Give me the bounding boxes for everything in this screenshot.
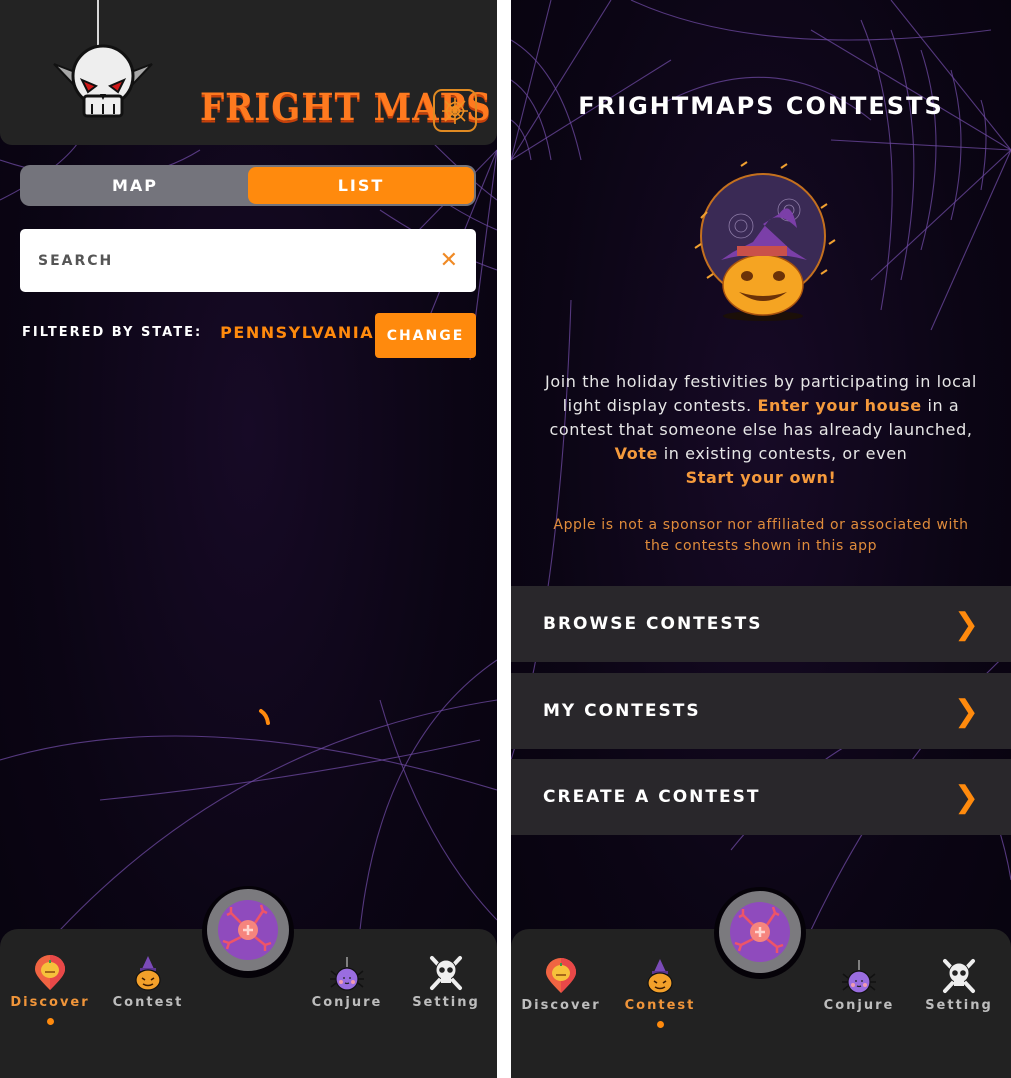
tab-map[interactable]: MAP	[22, 167, 248, 204]
tab-discover[interactable]: Discover	[516, 958, 606, 1013]
contest-intro: Join the holiday festivities by particip…	[541, 370, 981, 490]
witch-pumpkin-icon	[647, 959, 673, 994]
tab-label: Discover	[521, 998, 601, 1013]
witch-pumpkin-icon	[135, 956, 161, 991]
add-button[interactable]	[719, 891, 801, 973]
search-input[interactable]	[38, 252, 440, 269]
browse-contests-row[interactable]: BROWSE CONTESTS ❯	[511, 586, 1011, 662]
menu-label: BROWSE CONTESTS	[543, 614, 763, 634]
filter-label: FILTERED BY STATE:	[22, 325, 203, 340]
change-state-button[interactable]: CHANGE	[375, 313, 476, 358]
tab-conjure[interactable]: Conjure	[302, 955, 392, 1010]
menu-label: MY CONTESTS	[543, 701, 701, 721]
intro-highlight-start: Start your own!	[685, 468, 837, 487]
eyeball-plus-icon	[218, 900, 278, 960]
chevron-right-icon: ❯	[953, 606, 979, 642]
app-header: FRIGHT MAPS	[0, 0, 497, 145]
tab-label: Setting	[925, 998, 993, 1013]
spider-icon	[842, 960, 876, 994]
tab-label: Discover	[10, 995, 90, 1010]
view-toggle: MAP LIST	[20, 165, 476, 206]
active-indicator	[656, 1021, 664, 1028]
pumpkin-pin-icon	[35, 955, 65, 990]
disclaimer-text: Apple is not a sponsor nor affiliated or…	[553, 517, 969, 554]
tab-label: Setting	[412, 995, 480, 1010]
tab-discover[interactable]: Discover	[5, 955, 95, 1025]
skull-crossbones-icon	[943, 959, 975, 993]
active-indicator	[46, 1018, 54, 1025]
chevron-right-icon: ❯	[953, 693, 979, 729]
tab-label: Contest	[624, 998, 696, 1013]
menu-label: CREATE A CONTEST	[543, 787, 761, 807]
tab-contest[interactable]: Contest	[615, 958, 705, 1028]
skull-crossbones-icon	[430, 956, 462, 990]
state-filter: FILTERED BY STATE: PENNSYLVANIA	[22, 323, 374, 342]
tab-setting[interactable]: Setting	[401, 955, 491, 1010]
spider-icon	[330, 957, 364, 991]
close-icon[interactable]: ✕	[440, 248, 458, 273]
intro-text: in existing contests, or even	[663, 444, 908, 463]
contest-screen: FRIGHTMAPS CONTESTS Join the holiday fes…	[511, 0, 1011, 1078]
tab-list[interactable]: LIST	[248, 167, 474, 204]
search-bar: ✕	[20, 229, 476, 292]
my-contests-row[interactable]: MY CONTESTS ❯	[511, 673, 1011, 749]
vampire-skull-icon	[53, 44, 153, 118]
intro-highlight-vote: Vote	[614, 444, 658, 463]
tab-conjure[interactable]: Conjure	[814, 958, 904, 1013]
tab-setting[interactable]: Setting	[914, 958, 1004, 1013]
filter-value: PENNSYLVANIA	[220, 323, 375, 342]
eyeball-plus-icon	[730, 902, 790, 962]
spider-web-icon	[442, 97, 468, 124]
loading-spinner-icon	[259, 709, 270, 725]
tab-label: Conjure	[311, 995, 383, 1010]
create-contest-row[interactable]: CREATE A CONTEST ❯	[511, 759, 1011, 835]
add-button[interactable]	[207, 889, 289, 971]
spider-web-button[interactable]	[433, 89, 477, 132]
tab-contest[interactable]: Contest	[103, 955, 193, 1010]
intro-highlight-enter: Enter your house	[757, 396, 922, 415]
tab-label: Conjure	[823, 998, 895, 1013]
chevron-right-icon: ❯	[953, 779, 979, 815]
discover-screen: FRIGHT MAPS MAP LIST ✕ FILTERED BY STATE…	[0, 0, 497, 1078]
tab-label: Contest	[112, 995, 184, 1010]
page-title: FRIGHTMAPS CONTESTS	[578, 92, 944, 120]
witch-pumpkin-illustration	[694, 161, 836, 321]
pumpkin-pin-icon	[546, 958, 576, 993]
